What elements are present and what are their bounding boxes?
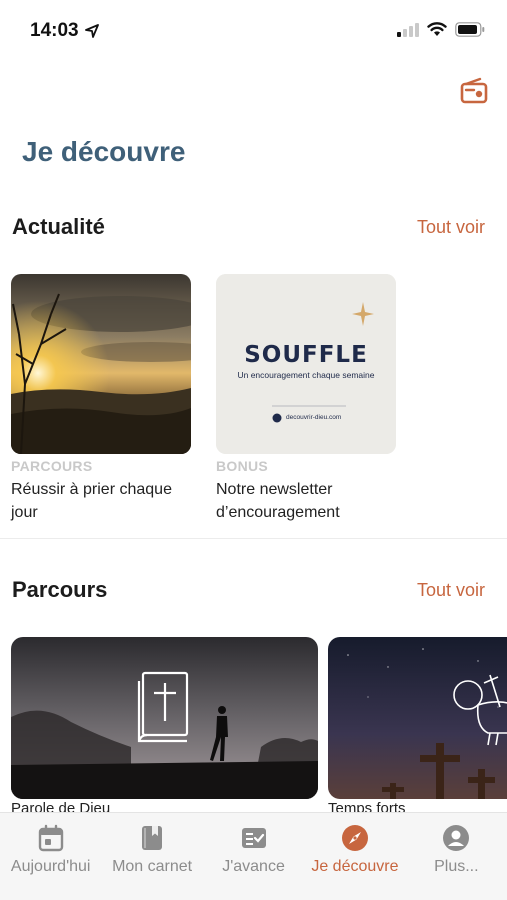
parcours-card-temps-forts[interactable] (328, 637, 507, 799)
tab-je-decouvre[interactable]: Je découvre (304, 813, 405, 900)
news-card-title: Notre newsletter d’encouragement (216, 481, 340, 521)
parcours-see-all-link[interactable]: Tout voir (417, 580, 485, 601)
tab-label: Plus... (434, 858, 479, 875)
sunset-landscape-image (11, 274, 191, 454)
crosses-night-image (328, 637, 507, 799)
radio-button[interactable] (459, 76, 489, 106)
section-divider (0, 538, 507, 539)
status-icons (397, 22, 485, 37)
parcours-section-title: Parcours (12, 577, 108, 602)
calendar-icon (38, 824, 63, 852)
location-arrow-icon (84, 24, 99, 38)
notebook-icon (142, 826, 163, 850)
profile-icon (443, 825, 470, 851)
tab-label: J'avance (222, 858, 285, 875)
cellular-signal-icon (397, 22, 419, 37)
souffle-newsletter-image: SOUFFLE Un encouragement chaque semaine … (216, 274, 396, 454)
status-time-group: 14:03 (30, 20, 99, 42)
actualite-section-title: Actualité (12, 214, 105, 239)
actualite-see-all-link[interactable]: Tout voir (417, 217, 485, 238)
tab-javance[interactable]: J'avance (203, 813, 304, 900)
news-card-newsletter[interactable]: SOUFFLE Un encouragement chaque semaine … (216, 274, 396, 524)
tab-mon-carnet[interactable]: Mon carnet (101, 813, 202, 900)
radio-icon (460, 77, 488, 104)
souffle-footer: decouvrir-dieu.com (286, 414, 342, 421)
battery-icon (455, 22, 485, 37)
news-card-tag: PARCOURS (11, 458, 93, 474)
tab-aujourdhui[interactable]: Aujourd'hui (0, 813, 101, 900)
sunset-illustration (11, 274, 191, 454)
souffle-subtitle: Un encouragement chaque semaine (237, 370, 375, 380)
status-time: 14:03 (30, 20, 79, 41)
news-card-reussir-prier[interactable]: PARCOURS Réussir à prier chaque jour (11, 274, 191, 524)
tab-label: Mon carnet (112, 858, 193, 875)
parcours-card-parole-de-dieu[interactable] (11, 637, 318, 799)
compass-icon (341, 825, 368, 851)
status-bar: 14:03 (0, 0, 507, 64)
checklist-icon (241, 828, 266, 848)
tab-label: Aujourd'hui (10, 858, 91, 875)
tab-bar: Aujourd'hui Mon carnet J'avance Je décou… (0, 812, 507, 900)
wifi-icon (427, 22, 447, 36)
news-card-tag: BONUS (216, 458, 269, 474)
page-title: Je découvre (22, 136, 186, 167)
tab-label: Je découvre (311, 858, 399, 875)
news-card-title: Réussir à prier chaque jour (11, 481, 172, 521)
souffle-headline: SOUFFLE (244, 342, 368, 368)
tab-plus[interactable]: Plus... (406, 813, 507, 900)
bible-walker-image (11, 637, 318, 799)
